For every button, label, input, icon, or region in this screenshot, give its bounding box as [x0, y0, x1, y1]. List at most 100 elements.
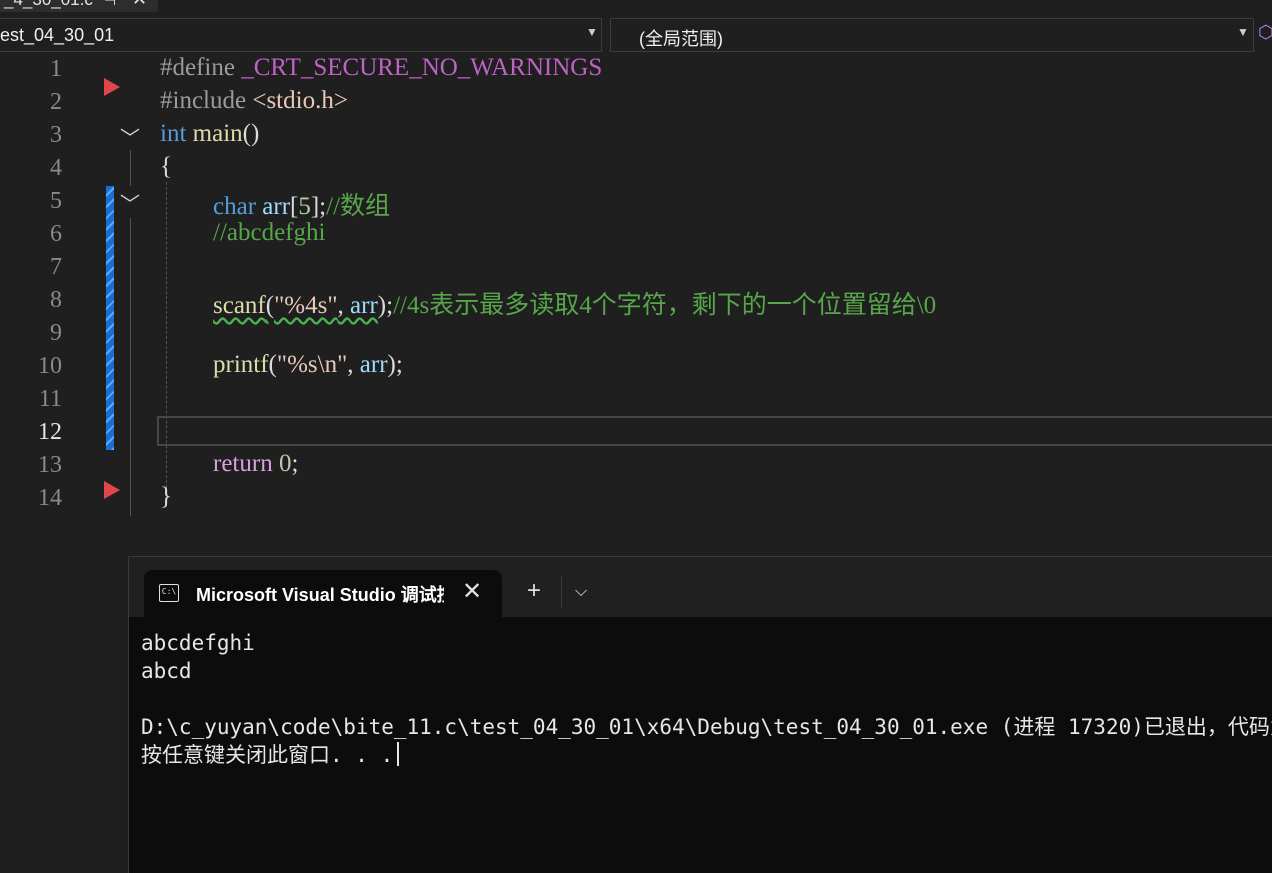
macro-name: _CRT_SECURE_NO_WARNINGS: [241, 54, 603, 81]
code-editor[interactable]: 1 #define _CRT_SECURE_NO_WARNINGS 2 #inc…: [0, 52, 1272, 552]
project-dropdown-value: est_04_30_01: [0, 25, 115, 45]
preprocessor-directive: #include: [160, 87, 253, 114]
punctuation: );: [387, 351, 403, 378]
keyword: int: [160, 120, 187, 147]
fold-chevron-icon[interactable]: ﹀: [120, 122, 140, 151]
code-line-current[interactable]: 12: [0, 417, 1272, 450]
keyword: char: [213, 193, 257, 220]
console-line: abcdefghi: [141, 631, 255, 655]
line-number: 1: [50, 56, 62, 82]
document-tab-label: _4_30_01.c: [4, 0, 93, 9]
scope-dropdown-value: (全局范围): [639, 29, 723, 49]
code-text: int main(): [160, 120, 259, 148]
punctuation: ,: [347, 351, 360, 378]
punctuation: (: [268, 351, 277, 378]
console-line: abcd: [141, 659, 192, 683]
code-line[interactable]: 13 return 0;: [0, 450, 1272, 483]
line-number: 2: [50, 89, 62, 115]
variable: arr: [350, 292, 378, 319]
line-number: 14: [38, 485, 62, 511]
scope-dropdown[interactable]: (全局范围) ▼: [610, 18, 1254, 52]
line-number: 13: [38, 452, 62, 478]
debug-console-window[interactable]: C:\ Microsoft Visual Studio 调试控制台 ✕ + ⌵ …: [128, 556, 1272, 873]
comment: //4s表示最多读取4个字符，剩下的一个位置留给\0: [393, 292, 937, 319]
number-literal: 5: [298, 193, 311, 220]
code-text: //abcdefghi: [213, 219, 325, 247]
close-icon[interactable]: ✕: [462, 577, 482, 606]
console-line: 按任意键关闭此窗口. . .: [141, 743, 394, 767]
punctuation: ,: [337, 292, 351, 319]
code-line[interactable]: 6 //abcdefghi: [0, 219, 1272, 252]
variable: arr: [256, 193, 291, 220]
punctuation: (): [242, 120, 260, 147]
code-text: }: [160, 483, 172, 510]
code-line[interactable]: 8 scanf("%4s", arr);//4s表示最多读取4个字符，剩下的一个…: [0, 285, 1272, 321]
string-literal: "%4s": [274, 292, 338, 319]
comment: //数组: [326, 193, 391, 220]
punctuation: );: [377, 292, 394, 319]
document-tab-strip: _4_30_01.c ⊣ ✕: [0, 0, 1272, 14]
line-number: 9: [50, 320, 62, 346]
breakpoint-marker-icon[interactable]: [104, 481, 120, 499]
cube-icon[interactable]: ⬡: [1258, 22, 1272, 44]
preprocessor-directive: #define: [160, 54, 242, 81]
chevron-down-icon[interactable]: ⌵: [575, 583, 587, 601]
line-number: 10: [38, 353, 62, 379]
pin-icon[interactable]: ⊣: [104, 0, 116, 10]
code-line[interactable]: 3 ﹀ int main(): [0, 120, 1272, 153]
console-prompt-line: 按任意键关闭此窗口. . .: [141, 741, 1272, 769]
line-number: 3: [50, 122, 62, 148]
keyword: return: [213, 450, 273, 477]
project-dropdown[interactable]: est_04_30_01 ▼: [0, 18, 602, 52]
code-line[interactable]: 10 printf("%s\n", arr);: [0, 351, 1272, 384]
punctuation: ;: [291, 450, 299, 477]
function-name: printf: [213, 351, 269, 378]
number-literal: 0: [278, 450, 292, 477]
code-text: char arr[5];//数组: [213, 186, 390, 222]
comment: //abcdefghi: [213, 219, 326, 246]
divider: [561, 575, 562, 609]
code-line[interactable]: 4 {: [0, 153, 1272, 186]
line-number: 8: [50, 287, 62, 313]
code-text: printf("%s\n", arr);: [213, 351, 403, 379]
fold-chevron-icon[interactable]: ﹀: [120, 188, 140, 217]
console-tab-title: Microsoft Visual Studio 调试控制台: [196, 585, 444, 605]
code-text: {: [160, 153, 172, 180]
console-tab[interactable]: C:\ Microsoft Visual Studio 调试控制台 ✕: [144, 570, 502, 617]
include-header: <stdio.h>: [252, 87, 348, 114]
close-icon[interactable]: ✕: [132, 0, 147, 9]
code-line[interactable]: 11: [0, 384, 1272, 417]
punctuation: (: [265, 292, 275, 319]
code-text: scanf("%4s", arr);//4s表示最多读取4个字符，剩下的一个位置…: [213, 285, 936, 321]
console-titlebar: C:\ Microsoft Visual Studio 调试控制台 ✕ + ⌵: [129, 557, 1272, 617]
code-text: #include <stdio.h>: [160, 87, 348, 115]
code-line[interactable]: 2 #include <stdio.h>: [0, 87, 1272, 120]
function-name: main: [186, 120, 243, 147]
code-text: return 0;: [213, 450, 298, 478]
chevron-down-icon: ▼: [586, 25, 598, 39]
terminal-icon: C:\: [159, 584, 179, 602]
line-number: 4: [50, 155, 62, 181]
string-literal: "%s\n": [276, 351, 348, 378]
line-number: 11: [38, 386, 62, 412]
new-tab-plus-icon[interactable]: +: [527, 579, 541, 603]
document-tab[interactable]: _4_30_01.c ⊣ ✕: [0, 0, 158, 12]
line-number: 6: [50, 221, 62, 247]
console-line: ​: [141, 685, 1272, 713]
line-number: 5: [50, 188, 62, 214]
variable: arr: [359, 351, 388, 378]
code-line[interactable]: 5 ﹀ char arr[5];//数组: [0, 186, 1272, 222]
code-line[interactable]: 9: [0, 318, 1272, 351]
function-name: scanf: [213, 292, 266, 319]
code-line[interactable]: 14 }: [0, 481, 1272, 516]
line-number: 7: [50, 254, 62, 280]
text-cursor: [397, 742, 400, 766]
navigation-bar: est_04_30_01 ▼ (全局范围) ▼ ⬡: [0, 18, 1272, 52]
console-output[interactable]: abcdefghi abcd​D:\c_yuyan\code\bite_11.c\…: [141, 629, 1272, 869]
punctuation: ];: [310, 193, 327, 220]
code-text: #define _CRT_SECURE_NO_WARNINGS: [160, 54, 602, 82]
console-line: D:\c_yuyan\code\bite_11.c\test_04_30_01\…: [141, 715, 1272, 739]
code-line[interactable]: 7: [0, 252, 1272, 285]
line-number: 12: [38, 419, 62, 445]
code-line[interactable]: 1 #define _CRT_SECURE_NO_WARNINGS: [0, 54, 1272, 96]
